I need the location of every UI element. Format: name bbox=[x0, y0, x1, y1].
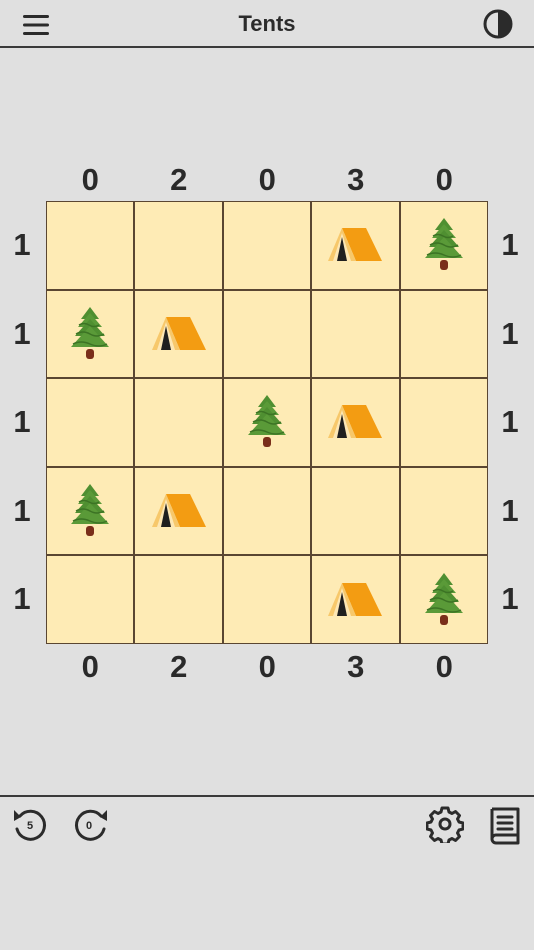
tree-icon bbox=[424, 572, 463, 625]
tree-icon bbox=[247, 395, 286, 448]
grid-cell-empty[interactable] bbox=[312, 467, 399, 555]
grid-cell-empty[interactable] bbox=[223, 556, 311, 643]
row-clue-right: 1 bbox=[501, 227, 519, 263]
row-clue-left: 1 bbox=[13, 581, 31, 617]
row-clue-left: 1 bbox=[13, 492, 31, 528]
redo-count: 0 bbox=[85, 820, 93, 832]
column-clue-bottom: 0 bbox=[435, 649, 453, 684]
grid-cell-tree[interactable] bbox=[400, 556, 487, 643]
row-clue-left: 1 bbox=[13, 315, 31, 351]
grid-cell-empty[interactable] bbox=[135, 202, 222, 289]
grid-cell-tent[interactable] bbox=[135, 467, 222, 555]
grid-cell-empty[interactable] bbox=[223, 467, 311, 555]
undo-count: 5 bbox=[26, 820, 34, 832]
column-clue-bottom: 3 bbox=[347, 649, 365, 684]
tree-icon bbox=[71, 484, 110, 537]
column-clue-top: 3 bbox=[347, 162, 365, 197]
tree-icon bbox=[424, 218, 463, 271]
grid-cell-tent[interactable] bbox=[312, 379, 399, 466]
row-clue-left: 1 bbox=[13, 227, 31, 263]
tent-icon bbox=[328, 405, 383, 439]
column-clue-bottom: 2 bbox=[170, 649, 188, 684]
grid-cell-tree[interactable] bbox=[47, 467, 134, 555]
column-clue-top: 2 bbox=[170, 162, 188, 197]
column-clue-top: 0 bbox=[435, 162, 453, 197]
puzzle-board: 0 2 0 3 0 0 2 0 3 0 1 1 1 1 1 1 1 1 1 1 bbox=[0, 0, 534, 800]
grid-cell-empty[interactable] bbox=[47, 202, 134, 289]
grid-cell-tree[interactable] bbox=[223, 379, 311, 466]
tent-icon bbox=[151, 494, 206, 528]
grid-cell-empty[interactable] bbox=[47, 379, 134, 466]
row-clue-right: 1 bbox=[501, 581, 519, 617]
grid-cell-tent[interactable] bbox=[312, 202, 399, 289]
grid-cell-empty[interactable] bbox=[223, 290, 311, 378]
column-clue-top: 0 bbox=[81, 162, 99, 197]
row-clue-left: 1 bbox=[13, 404, 31, 440]
grid-cell-empty[interactable] bbox=[135, 556, 222, 643]
column-clue-top: 0 bbox=[258, 162, 276, 197]
puzzle-grid bbox=[46, 201, 488, 644]
row-clue-right: 1 bbox=[501, 315, 519, 351]
tent-icon bbox=[328, 228, 383, 262]
row-clue-right: 1 bbox=[501, 404, 519, 440]
column-clue-bottom: 0 bbox=[258, 649, 276, 684]
tree-icon bbox=[71, 306, 110, 359]
grid-cell-empty[interactable] bbox=[47, 556, 134, 643]
tent-icon bbox=[328, 582, 383, 616]
grid-cell-tent[interactable] bbox=[312, 556, 399, 643]
grid-cell-empty[interactable] bbox=[223, 202, 311, 289]
grid-cell-tree[interactable] bbox=[47, 290, 134, 378]
column-clue-bottom: 0 bbox=[81, 649, 99, 684]
grid-cell-empty[interactable] bbox=[400, 379, 487, 466]
grid-cell-tent[interactable] bbox=[135, 290, 222, 378]
grid-cell-empty[interactable] bbox=[400, 290, 487, 378]
grid-cell-tree[interactable] bbox=[400, 202, 487, 289]
grid-cell-empty[interactable] bbox=[312, 290, 399, 378]
book-icon[interactable] bbox=[486, 805, 522, 845]
tent-icon bbox=[151, 316, 206, 350]
bottom-toolbar: 5 0 bbox=[0, 795, 534, 950]
row-clue-right: 1 bbox=[501, 492, 519, 528]
grid-cell-empty[interactable] bbox=[400, 467, 487, 555]
gear-icon[interactable] bbox=[426, 805, 464, 843]
grid-cell-empty[interactable] bbox=[135, 379, 222, 466]
